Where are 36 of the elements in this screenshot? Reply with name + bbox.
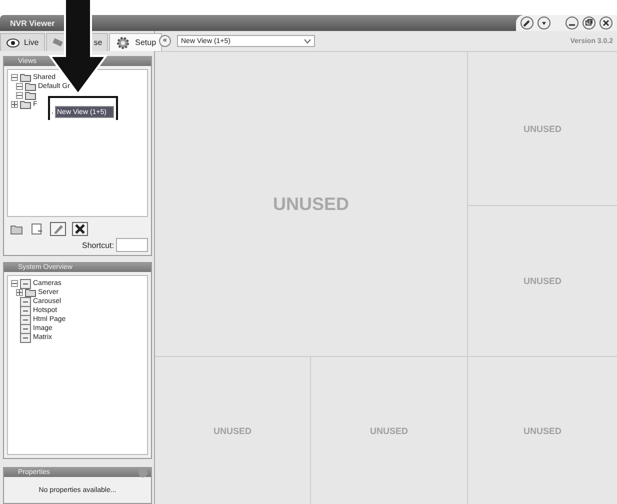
expander-icon[interactable] (11, 280, 18, 287)
tab[interactable]: se (94, 38, 102, 47)
shortcut-label: Shortcut: (82, 240, 114, 250)
folder-icon (25, 82, 36, 91)
page-add-icon[interactable] (30, 223, 44, 235)
expander-icon[interactable] (16, 92, 23, 99)
tab[interactable]: Live (0, 33, 45, 51)
expander-icon[interactable] (11, 74, 18, 81)
folder-icon (25, 288, 36, 297)
expander-icon[interactable] (16, 83, 23, 90)
wrench-icon[interactable] (520, 16, 534, 30)
item-icon (20, 314, 31, 324)
expander-icon[interactable] (16, 289, 23, 296)
item-icon (20, 278, 31, 288)
shortcut-field[interactable] (116, 238, 148, 252)
folder-icon (20, 73, 31, 82)
item-icon (20, 296, 31, 306)
expander-icon[interactable] (11, 101, 18, 108)
item-icon (20, 324, 31, 334)
eye-icon (6, 38, 20, 48)
folder-icon (25, 91, 36, 100)
window-title: NVR Viewer (10, 18, 55, 28)
dropdown-icon[interactable] (537, 16, 551, 30)
close-icon[interactable] (599, 16, 613, 30)
tab[interactable]: Setup (109, 33, 162, 51)
collapse-icon[interactable] (138, 468, 148, 478)
folder-icon (20, 100, 31, 109)
chevron-icon (304, 38, 311, 44)
restore-icon[interactable] (582, 16, 596, 30)
delete-icon[interactable] (72, 222, 88, 236)
gear-icon (115, 36, 132, 50)
pencil-icon[interactable] (50, 222, 66, 236)
folder-add-icon[interactable] (10, 223, 24, 235)
item-icon (20, 332, 31, 342)
item-icon (20, 306, 31, 316)
minimize-icon[interactable] (565, 16, 579, 30)
